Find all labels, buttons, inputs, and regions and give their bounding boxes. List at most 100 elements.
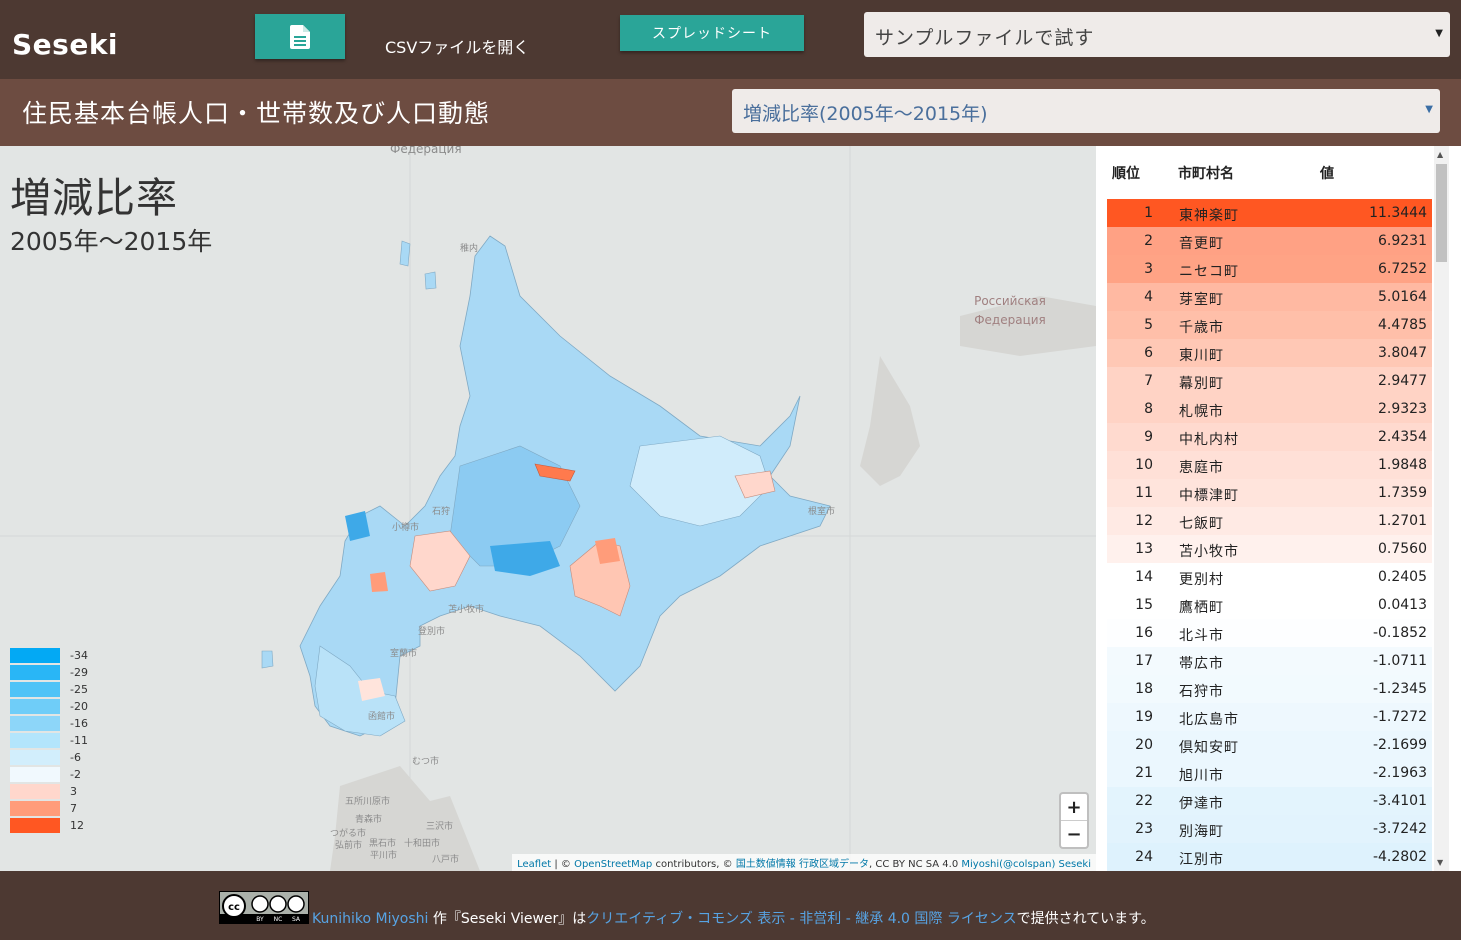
value-cell: -2.1699 [1372, 737, 1427, 753]
table-row[interactable]: 7 幕別町 2.9477 [1107, 367, 1432, 395]
rank-cell: 14 [1135, 569, 1153, 585]
osm-link[interactable]: OpenStreetMap [574, 859, 652, 870]
map-legend: -34 -29 -25 -20 -16 -11 -6 -2 3 7 12 [10, 647, 88, 834]
table-row[interactable]: 21 旭川市 -2.1963 [1107, 759, 1432, 787]
rank-cell: 1 [1144, 205, 1153, 221]
table-row[interactable]: 12 七飯町 1.2701 [1107, 507, 1432, 535]
legend-swatch [10, 665, 60, 680]
zoom-in-button[interactable]: + [1061, 794, 1087, 821]
footer-text-1: 作『Seseki Viewer』は [428, 911, 587, 927]
attribution-text: | © [551, 859, 575, 870]
table-row[interactable]: 17 帯広市 -1.0711 [1107, 647, 1432, 675]
author-link[interactable]: Miyoshi(@colspan) Seseki [961, 859, 1091, 870]
table-row[interactable]: 11 中標津町 1.7359 [1107, 479, 1432, 507]
scroll-down-arrow-icon[interactable]: ▼ [1437, 858, 1443, 867]
table-row[interactable]: 3 ニセコ町 6.7252 [1107, 255, 1432, 283]
name-cell: 苫小牧市 [1179, 544, 1239, 560]
rank-cell: 2 [1144, 233, 1153, 249]
map-attribution: Leaflet | © OpenStreetMap contributors, … [512, 854, 1096, 871]
table-row[interactable]: 23 別海町 -3.7242 [1107, 815, 1432, 843]
legend-label: -2 [70, 768, 81, 781]
legend-swatch [10, 682, 60, 697]
table-row[interactable]: 16 北斗市 -0.1852 [1107, 619, 1432, 647]
name-cell: 東川町 [1179, 348, 1224, 364]
footer-text: Kunihiko Miyoshi 作『Seseki Viewer』はクリエイティ… [312, 908, 1155, 928]
legend-label: -34 [70, 649, 88, 662]
zoom-out-button[interactable]: − [1061, 821, 1087, 847]
ranking-rows: 1 東神楽町 11.3444 2 音更町 6.9231 3 ニセコ町 6.7252 4 芽室町… [1107, 199, 1432, 871]
chevron-down-icon: ▼ [1425, 104, 1433, 115]
table-row[interactable]: 6 東川町 3.8047 [1107, 339, 1432, 367]
name-cell: 更別村 [1179, 572, 1224, 588]
region-niseko[interactable] [370, 572, 388, 592]
land-kurils [860, 356, 920, 486]
legend-label: -20 [70, 700, 88, 713]
dataset-title: 住民基本台帳人口・世帯数及び人口動態 [22, 99, 491, 128]
value-cell: 1.9848 [1378, 457, 1427, 473]
map-label: 小樽市 [392, 523, 420, 533]
table-row[interactable]: 20 倶知安町 -2.1699 [1107, 731, 1432, 759]
value-cell: 2.4354 [1378, 429, 1427, 445]
rank-cell: 16 [1135, 625, 1153, 641]
file-document-icon [290, 24, 310, 49]
map-label: 五所川原市 [345, 797, 391, 807]
table-row[interactable]: 22 伊達市 -3.4101 [1107, 787, 1432, 815]
table-row[interactable]: 14 更別村 0.2405 [1107, 563, 1432, 591]
island-okushiri[interactable] [261, 650, 274, 669]
map-label: 登別市 [418, 627, 446, 637]
value-cell: 3.8047 [1378, 345, 1427, 361]
legend-item: -6 [10, 749, 88, 766]
name-cell: 北広島市 [1179, 712, 1239, 728]
rank-cell: 24 [1135, 849, 1153, 865]
table-row[interactable]: 9 中札内村 2.4354 [1107, 423, 1432, 451]
leaflet-link[interactable]: Leaflet [517, 859, 551, 870]
rank-cell: 3 [1144, 261, 1153, 277]
legend-swatch [10, 750, 60, 765]
author-link[interactable]: Kunihiko Miyoshi [312, 911, 428, 927]
csv-open-label[interactable]: CSVファイルを開く [385, 34, 529, 58]
table-row[interactable]: 15 鷹栖町 0.0413 [1107, 591, 1432, 619]
sample-file-select[interactable]: サンプルファイルで試す ▼ [864, 12, 1450, 57]
name-cell: 千歳市 [1179, 320, 1224, 336]
scroll-up-arrow-icon[interactable]: ▲ [1437, 150, 1443, 159]
table-row[interactable]: 1 東神楽町 11.3444 [1107, 199, 1432, 227]
brand-logo[interactable]: Seseki [12, 28, 118, 61]
rank-header[interactable]: 順位 [1112, 163, 1140, 183]
scroll-thumb[interactable] [1436, 164, 1447, 262]
island-rishiri[interactable] [399, 240, 411, 267]
name-cell: 北斗市 [1179, 628, 1224, 644]
rank-cell: 11 [1135, 485, 1153, 501]
table-row[interactable]: 8 札幌市 2.9323 [1107, 395, 1432, 423]
open-file-button[interactable] [255, 14, 345, 59]
ranking-scrollbar[interactable]: ▲ ▼ [1434, 146, 1449, 871]
name-cell: 恵庭市 [1179, 460, 1224, 476]
spreadsheet-button[interactable]: スプレッドシート [620, 15, 804, 51]
island-rebun[interactable] [424, 271, 437, 290]
table-row[interactable]: 18 石狩市 -1.2345 [1107, 675, 1432, 703]
table-row[interactable]: 13 苫小牧市 0.7560 [1107, 535, 1432, 563]
cc-by-nc-sa-badge-icon[interactable]: cc BY NC SA [219, 891, 309, 924]
table-row[interactable]: 2 音更町 6.9231 [1107, 227, 1432, 255]
value-cell: 4.4785 [1378, 317, 1427, 333]
rank-cell: 19 [1135, 709, 1153, 725]
rank-cell: 18 [1135, 681, 1153, 697]
license-link[interactable]: クリエイティブ・コモンズ 表示 - 非営利 - 継承 4.0 国際 ライセンス [586, 911, 1016, 927]
rank-cell: 6 [1144, 345, 1153, 361]
table-row[interactable]: 4 芽室町 5.0164 [1107, 283, 1432, 311]
attribution-text: contributors, © [652, 859, 736, 870]
choropleth-map[interactable]: 増減比率 2005年～2015年 Федерация Российская Фе… [0, 146, 1096, 871]
map-title: 増減比率 [10, 174, 178, 222]
value-header[interactable]: 値 [1320, 163, 1334, 183]
table-row[interactable]: 19 北広島市 -1.7272 [1107, 703, 1432, 731]
table-row[interactable]: 24 江別市 -4.2802 [1107, 843, 1432, 871]
table-row[interactable]: 5 千歳市 4.4785 [1107, 311, 1432, 339]
value-cell: 6.7252 [1378, 261, 1427, 277]
metric-select[interactable]: 増減比率(2005年～2015年) ▼ [732, 89, 1440, 133]
value-cell: -1.7272 [1372, 709, 1427, 725]
table-row[interactable]: 10 恵庭市 1.9848 [1107, 451, 1432, 479]
name-header[interactable]: 市町村名 [1178, 163, 1234, 183]
name-cell: 別海町 [1179, 824, 1224, 840]
legend-item: -16 [10, 715, 88, 732]
value-cell: -0.1852 [1372, 625, 1427, 641]
kokudo-link[interactable]: 国土数値情報 行政区域データ [736, 859, 869, 870]
